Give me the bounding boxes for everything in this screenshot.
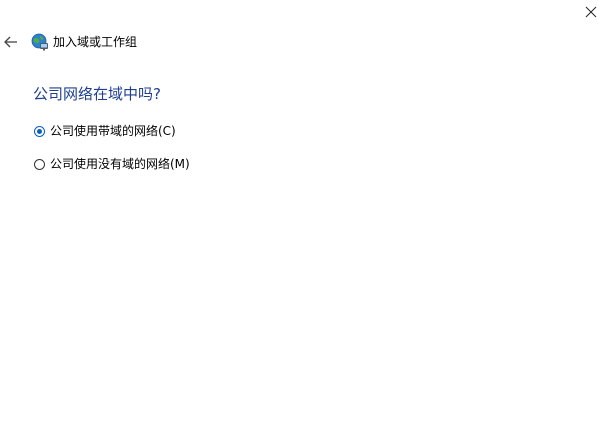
wizard-title: 加入域或工作组 xyxy=(53,35,138,49)
back-arrow-icon xyxy=(4,36,17,48)
close-button[interactable] xyxy=(580,2,602,22)
close-icon xyxy=(585,6,597,18)
page-heading: 公司网络在域中吗? xyxy=(33,85,161,103)
radio-domain-network[interactable] xyxy=(34,125,45,137)
back-button[interactable] xyxy=(2,34,20,50)
option-no-domain-network[interactable]: 公司使用没有域的网络(M) xyxy=(34,156,190,172)
radio-no-domain-network[interactable] xyxy=(34,158,45,170)
option-domain-network-label: 公司使用带域的网络(C) xyxy=(50,124,176,138)
option-no-domain-network-label: 公司使用没有域的网络(M) xyxy=(50,157,190,171)
network-globe-icon xyxy=(31,33,48,51)
option-domain-network[interactable]: 公司使用带域的网络(C) xyxy=(34,123,176,139)
